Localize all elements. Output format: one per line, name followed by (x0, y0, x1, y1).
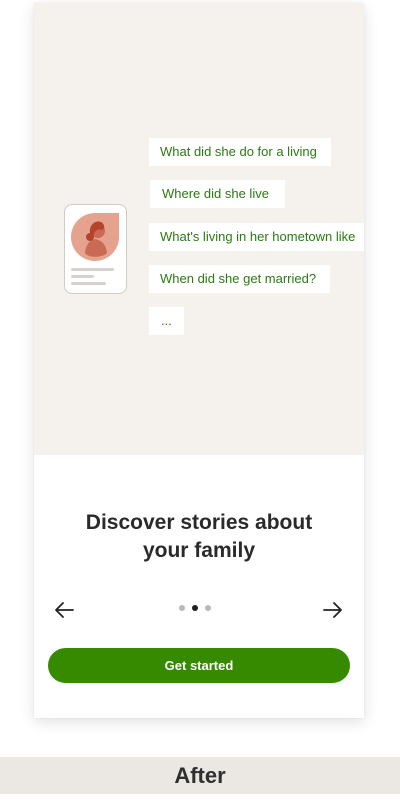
prompt-chip-more[interactable]: ... (149, 307, 184, 335)
pager-dot-active[interactable] (192, 605, 198, 611)
pager-dot[interactable] (179, 605, 185, 611)
arrow-left-icon[interactable] (53, 598, 77, 622)
prompt-chip[interactable]: What's living in her hometown like (149, 223, 364, 251)
prompt-chip[interactable]: What did she do for a living (149, 138, 331, 166)
get-started-button[interactable]: Get started (48, 648, 350, 683)
card-line (71, 282, 106, 285)
pager-dot[interactable] (205, 605, 211, 611)
hero-illustration: What did she do for a living Where did s… (34, 3, 364, 455)
card-line (71, 275, 94, 278)
pager-dots (179, 605, 211, 611)
person-silhouette-icon (71, 213, 119, 261)
card-line (71, 268, 114, 271)
after-label: After (0, 757, 400, 794)
page-title: Discover stories about your family (85, 511, 313, 562)
prompt-chip[interactable]: Where did she live (150, 180, 285, 208)
arrow-right-icon[interactable] (320, 598, 344, 622)
prompt-chip[interactable]: When did she get married? (149, 265, 330, 293)
profile-card (64, 204, 127, 294)
onboarding-screen: What did she do for a living Where did s… (34, 3, 364, 718)
